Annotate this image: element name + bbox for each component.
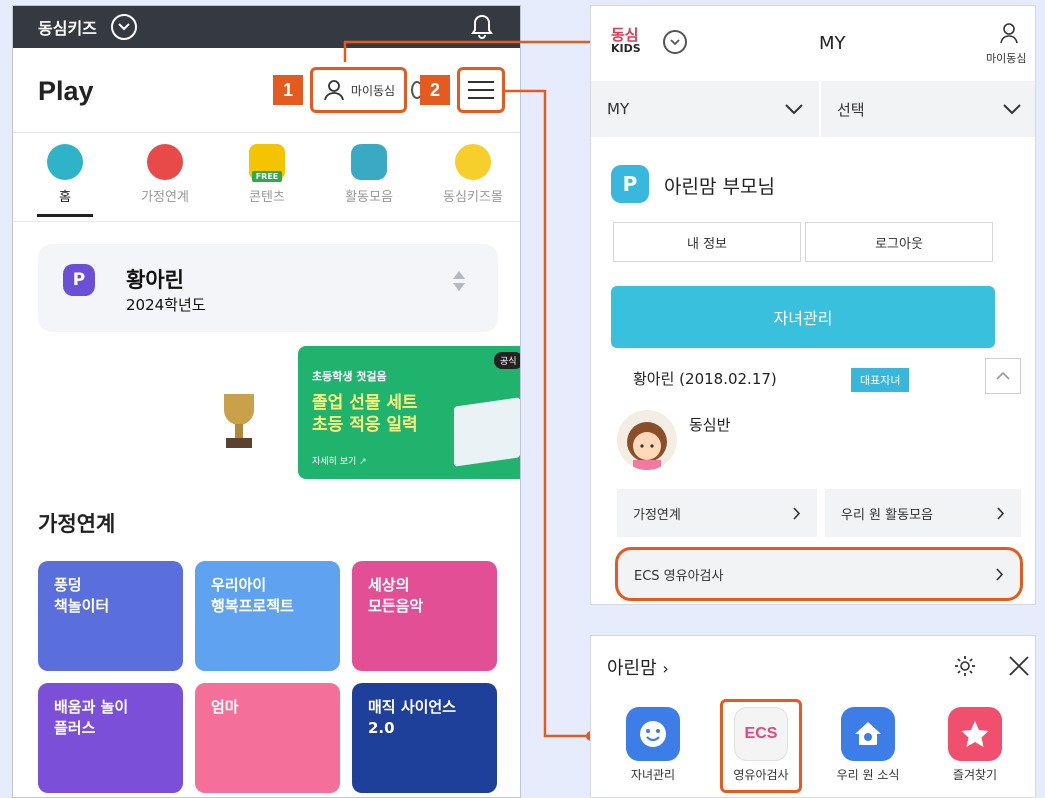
gear-icon[interactable] <box>953 654 977 678</box>
class-activities-label: 우리 원 활동모음 <box>841 507 933 523</box>
chevron-right-icon <box>793 506 801 520</box>
class-name: 동심반 <box>689 416 731 434</box>
ecs-logo-text: ECS <box>744 725 778 742</box>
my-info-button[interactable]: 내 정보 <box>613 222 801 262</box>
my-user-icon[interactable] <box>999 22 1019 44</box>
child-avatar <box>617 410 677 470</box>
collapse-button[interactable] <box>985 358 1021 394</box>
parent-name: 아린맘 부모님 <box>664 176 775 198</box>
menu-panel: 아린맘 › 자녀관리 ECS 영유아검사 우리 원 소식 즐겨찾기 <box>590 635 1036 798</box>
parent-profile-icon: P <box>611 165 649 203</box>
child-manage-label: 자녀관리 <box>630 768 676 782</box>
favorites-app[interactable] <box>948 707 1002 761</box>
logo-top-text: 동심 <box>611 26 639 44</box>
home-link-label: 가정연계 <box>633 507 681 523</box>
menu-user-name[interactable]: 아린맘 › <box>607 654 669 680</box>
chevron-right-icon: › <box>662 659 669 678</box>
star-icon <box>961 721 989 747</box>
parent-profile-letter: P <box>622 172 638 196</box>
ecs-test-button[interactable]: ECS 영유아검사 <box>615 547 1023 601</box>
favorites-label: 즐겨찾기 <box>952 768 998 782</box>
chevron-up-icon <box>996 372 1010 380</box>
smile-icon <box>640 721 666 747</box>
chevron-down-icon <box>785 103 803 114</box>
child-manage-app[interactable] <box>626 707 680 761</box>
select-primary-value: MY <box>607 100 630 118</box>
class-news-app[interactable] <box>841 707 895 761</box>
representative-child-tag: 대표자녀 <box>851 368 910 392</box>
child-manage-button[interactable]: 자녀관리 <box>611 286 995 348</box>
dongsim-kids-logo[interactable]: 동심 KIDS <box>611 28 641 56</box>
menu-user-name-text: 아린맘 <box>607 658 657 679</box>
select-secondary-value: 선택 <box>837 100 865 119</box>
logo-chevron-icon[interactable] <box>663 30 687 54</box>
logo-bottom-text: KIDS <box>611 42 641 55</box>
my-user-label: 마이동심 <box>986 52 1027 65</box>
chevron-right-icon <box>996 567 1004 581</box>
chevron-right-icon <box>997 506 1005 520</box>
ecs-test-label: ECS 영유아검사 <box>634 568 724 584</box>
select-menu-secondary[interactable]: 선택 <box>821 81 1035 137</box>
panel-header-title: MY <box>819 33 846 54</box>
select-menu-primary[interactable]: MY <box>591 81 819 137</box>
class-news-label: 우리 원 소식 <box>836 768 900 782</box>
ecs-app-label: 영유아검사 <box>733 768 789 782</box>
close-icon[interactable] <box>1008 655 1030 677</box>
my-page-panel: 동심 KIDS MY 마이동심 MY 선택 P 아린맘 부모님 내 정보 로그아… <box>590 5 1036 605</box>
chevron-down-icon <box>1003 103 1021 114</box>
home-link-button[interactable]: 가정연계 <box>617 489 817 537</box>
class-activities-button[interactable]: 우리 원 활동모음 <box>825 489 1021 537</box>
child-info: 황아린 (2018.02.17) <box>633 370 777 388</box>
ecs-app[interactable]: ECS <box>734 707 788 761</box>
logout-button[interactable]: 로그아웃 <box>805 222 993 262</box>
house-icon <box>855 722 881 745</box>
